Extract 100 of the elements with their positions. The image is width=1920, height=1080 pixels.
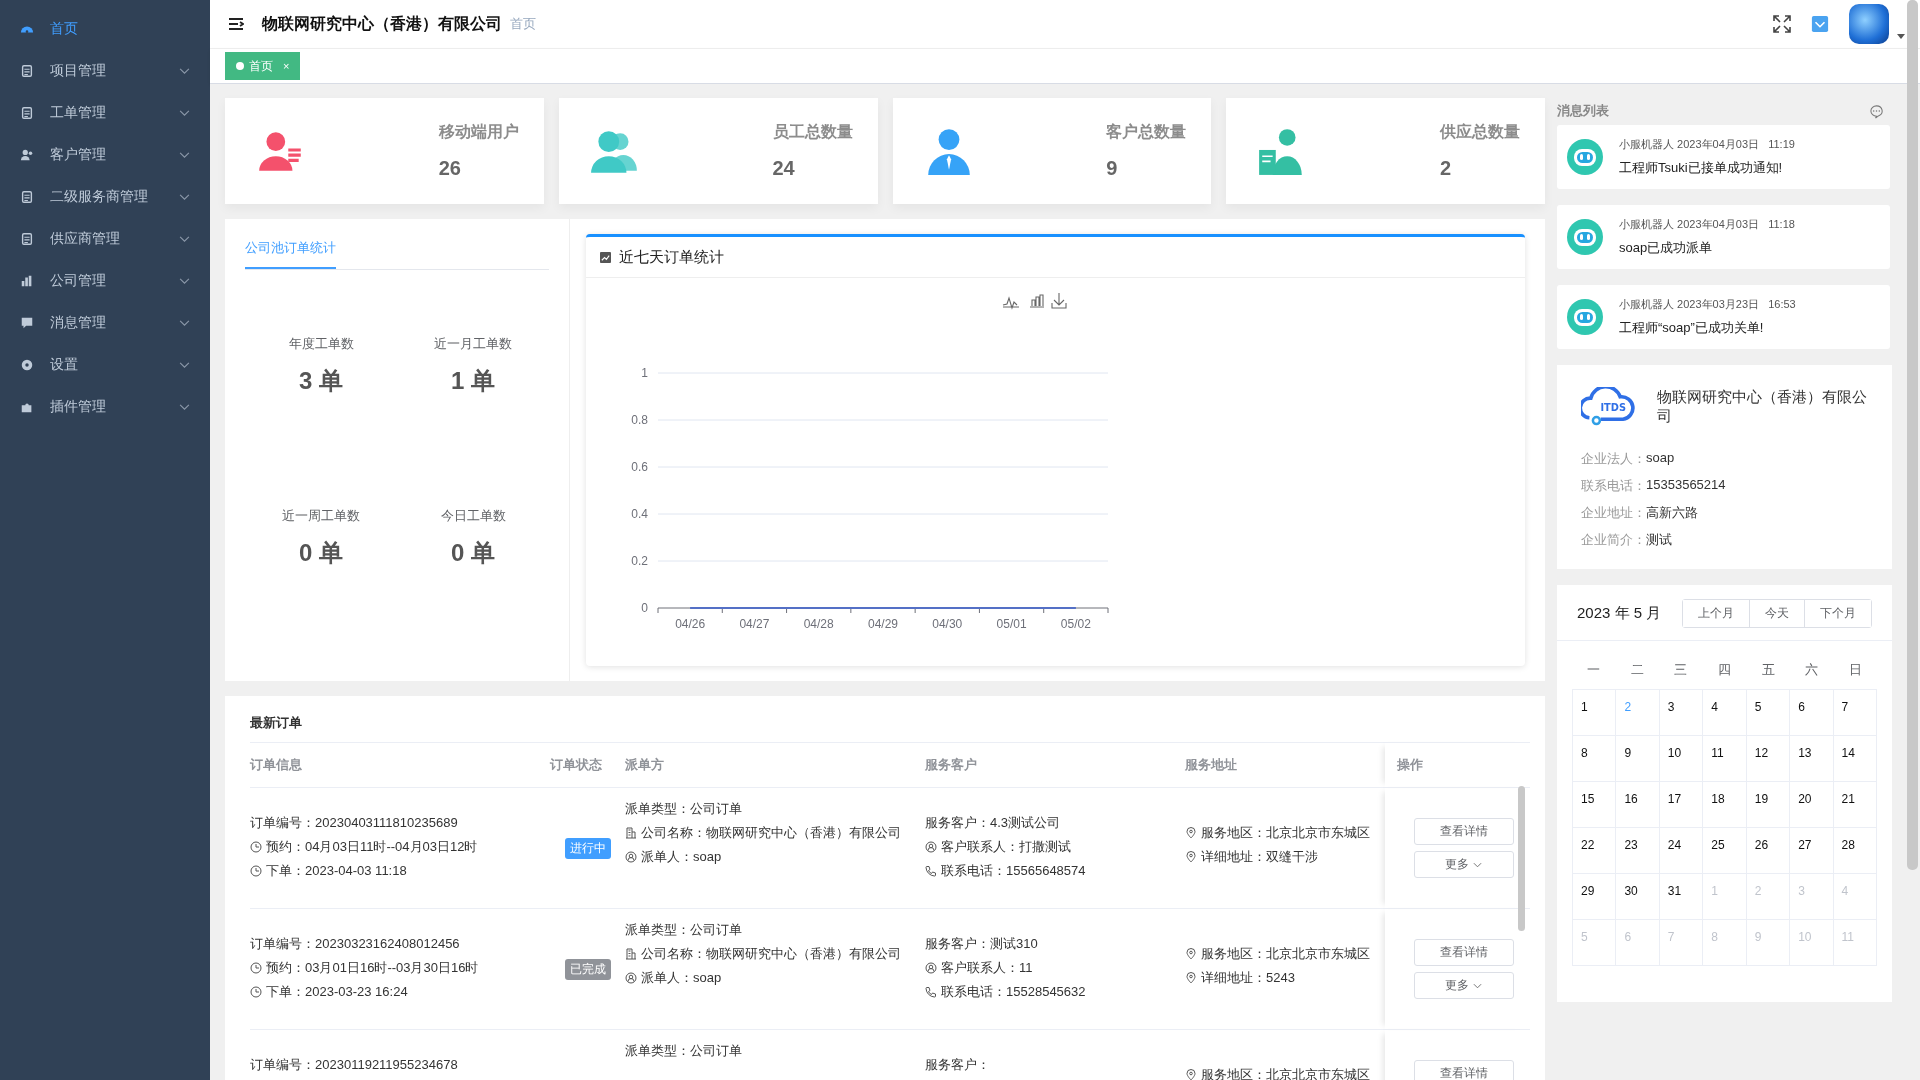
menu-icon[interactable] <box>228 17 244 31</box>
calendar-day[interactable]: 28 <box>1833 828 1877 874</box>
contact-person: 客户联系人：11 <box>941 959 1033 977</box>
weekday-label: 日 <box>1847 661 1863 679</box>
sidebar-item[interactable]: 首页 <box>0 8 210 50</box>
field-label: 企业法人： <box>1581 450 1646 468</box>
calendar-day[interactable]: 5 <box>1746 690 1791 736</box>
sidebar-item[interactable]: 项目管理 <box>0 50 210 92</box>
stat-label: 移动端用户 <box>438 122 519 142</box>
calendar-day[interactable]: 1 <box>1573 690 1617 736</box>
calendar-day[interactable]: 12 <box>1746 736 1791 782</box>
view-details-button[interactable]: 查看详情 <box>1413 1060 1514 1080</box>
sidebar-item[interactable]: 供应商管理 <box>0 218 210 260</box>
bar-chart-icon[interactable] <box>1029 294 1045 308</box>
calendar-day[interactable]: 25 <box>1703 828 1747 874</box>
message-card[interactable]: 小服机器人 2023年04月03日 11:18 soap已成功派单 <box>1557 205 1890 269</box>
user-icon <box>625 972 637 984</box>
metric-value: 1 单 <box>451 366 495 396</box>
sidebar-item[interactable]: 工单管理 <box>0 92 210 134</box>
weekday-label: 四 <box>1717 661 1732 679</box>
message-card[interactable]: 小服机器人 2023年03月23日 16:53 工程师“soap”已成功关单! <box>1557 285 1890 349</box>
robot-icon <box>1567 219 1603 255</box>
calendar-day[interactable]: 31 <box>1659 874 1704 920</box>
calendar-day[interactable]: 10 <box>1659 736 1704 782</box>
stat-label: 客户总数量 <box>1106 122 1187 142</box>
location-icon <box>1185 972 1197 984</box>
message-text: 工程师“soap”已成功关单! <box>1619 319 1765 337</box>
calendar-day[interactable]: 11 <box>1703 736 1747 782</box>
fullscreen-icon[interactable] <box>1773 15 1791 33</box>
axis-tick-label: 04/27 <box>739 617 770 631</box>
calendar-day[interactable]: 26 <box>1746 828 1791 874</box>
view-details-button[interactable]: 查看详情 <box>1413 818 1514 845</box>
calendar-day[interactable]: 8 <box>1573 736 1617 782</box>
calendar-day[interactable]: 13 <box>1790 736 1834 782</box>
calendar-day[interactable]: 29 <box>1573 874 1617 920</box>
calendar-day[interactable]: 27 <box>1790 828 1834 874</box>
chat-icon[interactable] <box>1869 103 1884 119</box>
service-address: 详细地址：5243 <box>1201 969 1295 987</box>
order-number: 订单编号：20230323162408012456 <box>250 935 461 953</box>
field-label: 企业地址： <box>1581 504 1646 522</box>
axis-tick-label: 04/26 <box>675 617 706 631</box>
calendar-day[interactable]: 15 <box>1573 782 1617 828</box>
axis-tick-label: 0.4 <box>631 507 648 521</box>
order-number: 订单编号：20230403111810235689 <box>250 814 459 832</box>
clock-icon <box>250 962 262 974</box>
axis-tick-label: 0.2 <box>631 554 648 568</box>
axis-tick-label: 04/30 <box>932 617 963 631</box>
view-details-button[interactable]: 查看详情 <box>1413 939 1514 966</box>
sidebar-item[interactable]: 公司管理 <box>0 260 210 302</box>
location-icon <box>1185 827 1197 839</box>
avatar[interactable] <box>1849 4 1889 44</box>
sidebar-item[interactable]: 插件管理 <box>0 386 210 428</box>
dropdown-icon[interactable] <box>1811 15 1829 33</box>
service-area: 服务地区：北京北京市东城区 <box>1201 824 1370 842</box>
dispatch-type: 派单类型：公司订单 <box>625 800 743 818</box>
calendar-day[interactable]: 7 <box>1833 690 1877 736</box>
more-button[interactable]: 更多 <box>1413 851 1514 878</box>
caret-icon[interactable] <box>1897 33 1905 39</box>
calendar-day[interactable]: 23 <box>1616 828 1660 874</box>
download-icon[interactable] <box>1051 292 1067 309</box>
sidebar-item[interactable]: 客户管理 <box>0 134 210 176</box>
calendar-day[interactable]: 4 <box>1703 690 1747 736</box>
calendar-day[interactable]: 24 <box>1659 828 1704 874</box>
axis-tick-label: 0.8 <box>631 413 648 427</box>
appointment-text: 预约：04月03日11时--04月03日12时 <box>266 838 478 856</box>
weekday-label: 三 <box>1673 661 1689 679</box>
more-button[interactable]: 更多 <box>1413 972 1514 999</box>
calendar-day[interactable]: 9 <box>1616 736 1660 782</box>
calendar-day[interactable]: 30 <box>1616 874 1660 920</box>
calendar-day[interactable]: 22 <box>1573 828 1617 874</box>
scrollbar[interactable] <box>1907 0 1918 870</box>
order-time: 下单：2023-04-03 11:18 <box>266 862 407 880</box>
chevron-down-icon <box>1473 982 1482 989</box>
stat-value: 9 <box>1106 157 1119 180</box>
sidebar-item[interactable]: 消息管理 <box>0 302 210 344</box>
message-meta: 小服机器人 2023年04月03日 11:19 <box>1619 137 1795 152</box>
calendar-day[interactable]: 17 <box>1659 782 1704 828</box>
calendar-day[interactable]: 19 <box>1746 782 1791 828</box>
company-title: 物联网研究中心（香港）有限公司 <box>262 13 502 34</box>
service-address: 详细地址：双缝干涉 <box>1201 848 1318 866</box>
calendar-day[interactable]: 21 <box>1833 782 1877 828</box>
dispatcher: 派单人：soap <box>641 848 722 866</box>
company-name: 物联网研究中心（香港）有限公司 <box>1657 387 1868 425</box>
message-card[interactable]: 小服机器人 2023年04月03日 11:19 工程师Tsuki已接单成功通知! <box>1557 125 1890 189</box>
scrollbar[interactable] <box>1518 786 1525 931</box>
sidebar-item[interactable]: 设置 <box>0 344 210 386</box>
field-label: 企业简介： <box>1581 531 1646 549</box>
calendar-day[interactable]: 16 <box>1616 782 1660 828</box>
calendar-day[interactable]: 20 <box>1790 782 1834 828</box>
stat-value: 24 <box>772 157 796 180</box>
cloud-logo: ITDS <box>1581 387 1637 429</box>
line-chart-icon[interactable] <box>1002 296 1020 310</box>
weekday-label: 二 <box>1629 661 1645 679</box>
sidebar-item[interactable]: 二级服务商管理 <box>0 176 210 218</box>
calendar-day[interactable]: 18 <box>1703 782 1747 828</box>
people-icon <box>20 148 34 162</box>
calendar-day[interactable]: 6 <box>1790 690 1834 736</box>
calendar-nav-button[interactable]: 下个月 <box>1804 600 1871 627</box>
calendar-day[interactable]: 14 <box>1833 736 1877 782</box>
calendar-day[interactable]: 3 <box>1659 690 1704 736</box>
